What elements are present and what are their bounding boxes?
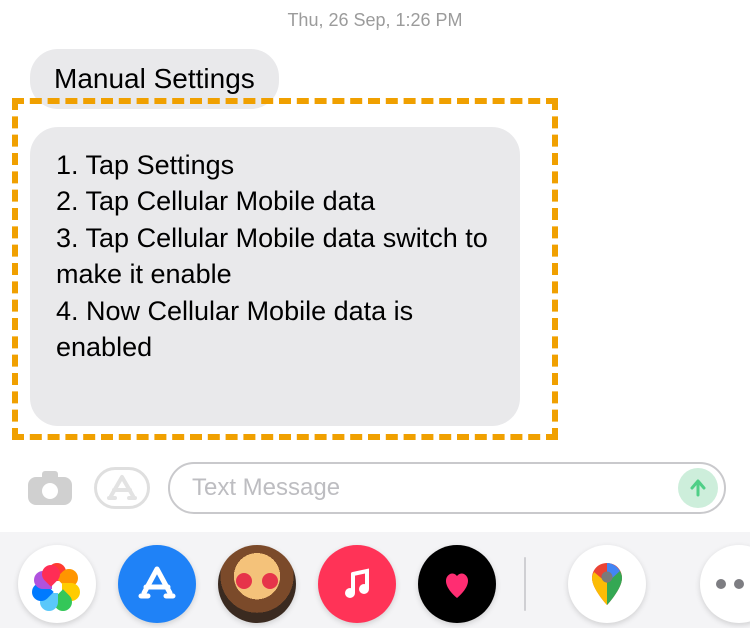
dock-app-photos[interactable] [18, 545, 96, 623]
message-steps-text: 1. Tap Settings 2. Tap Cellular Mobile d… [56, 150, 488, 362]
arrow-up-icon [687, 477, 709, 499]
app-drawer-icon[interactable] [94, 467, 150, 509]
more-icon [716, 579, 750, 589]
message-title-text: Manual Settings [54, 63, 255, 94]
dock-app-appstore[interactable] [118, 545, 196, 623]
memoji-icon [236, 573, 278, 589]
appstore-icon [136, 563, 178, 605]
dock-app-health[interactable] [418, 545, 496, 623]
music-note-icon [339, 566, 375, 602]
dock-app-googlemaps[interactable] [568, 545, 646, 623]
heart-icon [437, 564, 477, 604]
dock-separator [524, 557, 526, 611]
app-dock [0, 532, 750, 628]
camera-icon[interactable] [24, 467, 76, 509]
conversation-timestamp: Thu, 26 Sep, 1:26 PM [0, 0, 750, 31]
map-pin-icon [589, 561, 625, 607]
compose-placeholder: Text Message [192, 474, 340, 502]
compose-input[interactable]: Text Message [168, 462, 726, 514]
send-button[interactable] [678, 468, 718, 508]
message-bubble-title[interactable]: Manual Settings [30, 49, 279, 109]
dock-app-more[interactable] [700, 545, 750, 623]
dock-app-memoji[interactable] [218, 545, 296, 623]
dock-app-music[interactable] [318, 545, 396, 623]
compose-row: Text Message [0, 458, 750, 518]
message-bubble-steps[interactable]: 1. Tap Settings 2. Tap Cellular Mobile d… [30, 127, 520, 426]
